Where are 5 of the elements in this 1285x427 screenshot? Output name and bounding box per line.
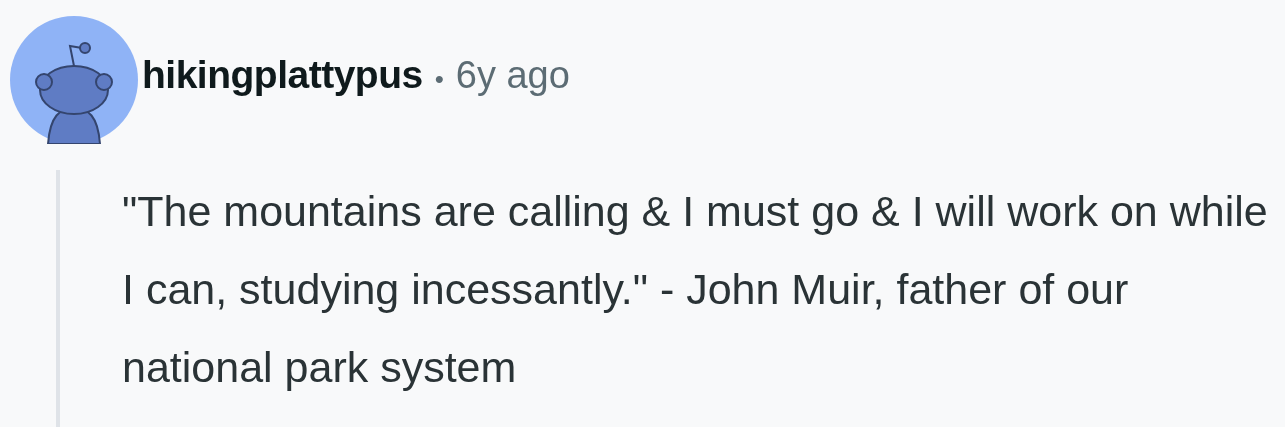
timestamp: 6y ago — [455, 52, 570, 98]
avatar-icon — [10, 16, 138, 144]
username[interactable]: hikingplattypus — [142, 45, 423, 105]
separator: • — [434, 62, 444, 96]
comment-text: "The mountains are calling & I must go & I will work on while I can, studying incessantly." - John Muir, father of our national park system — [122, 186, 1269, 393]
